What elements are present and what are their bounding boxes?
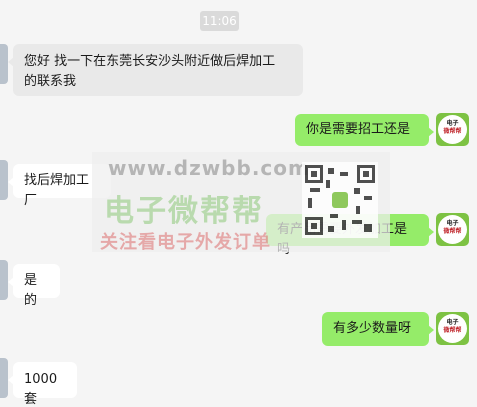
message-bubble-outgoing[interactable]: 有多少数量呀	[322, 312, 434, 346]
message-bubble-incoming[interactable]: 您好 找一下在东莞长安沙头附近做后焊加工 的联系我	[8, 44, 303, 96]
brand-logo-icon: 电子 微帮帮	[438, 215, 467, 244]
self-avatar[interactable]: 电子 微帮帮	[436, 312, 469, 345]
brand-logo-icon: 电子 微帮帮	[438, 314, 467, 343]
watermark-title: 电子微帮帮	[104, 194, 264, 229]
contact-avatar[interactable]	[0, 44, 8, 84]
message-text-line: 的联系我	[24, 74, 77, 89]
message-text: 1000套	[24, 372, 58, 407]
message-text: 找后焊加工厂	[24, 173, 90, 208]
watermark-subtitle: 关注看电子外发订单	[100, 232, 271, 253]
watermark-url: www.dzwbb.com	[108, 156, 310, 180]
message-text-line: 您好 找一下在东莞长安沙头附近做后焊加工	[24, 54, 276, 69]
message-text: 你是需要招工还是	[306, 122, 411, 137]
message-text: 有产品需要外发加工是吗	[277, 222, 408, 257]
contact-avatar[interactable]	[0, 260, 8, 300]
self-avatar[interactable]: 电子 微帮帮	[436, 213, 469, 246]
chat-window: 11:06 您好 找一下在东莞长安沙头附近做后焊加工 的联系我 你是需要招工还是…	[0, 0, 477, 407]
message-text: 是的	[24, 273, 38, 308]
message-text: 有多少数量呀	[333, 321, 412, 336]
message-bubble-incoming[interactable]: 是的	[8, 264, 60, 308]
brand-logo-icon: 电子 微帮帮	[438, 115, 467, 144]
self-avatar[interactable]: 电子 微帮帮	[436, 113, 469, 146]
message-bubble-incoming[interactable]: 1000套	[8, 362, 77, 407]
timestamp: 11:06	[200, 11, 239, 31]
contact-avatar[interactable]	[0, 358, 8, 398]
message-bubble-incoming[interactable]: 找后焊加工厂	[8, 164, 111, 208]
message-bubble-outgoing[interactable]: 你是需要招工还是	[295, 114, 434, 146]
message-bubble-outgoing[interactable]: 有产品需要外发加工是吗	[266, 214, 434, 257]
contact-avatar[interactable]	[0, 160, 8, 200]
